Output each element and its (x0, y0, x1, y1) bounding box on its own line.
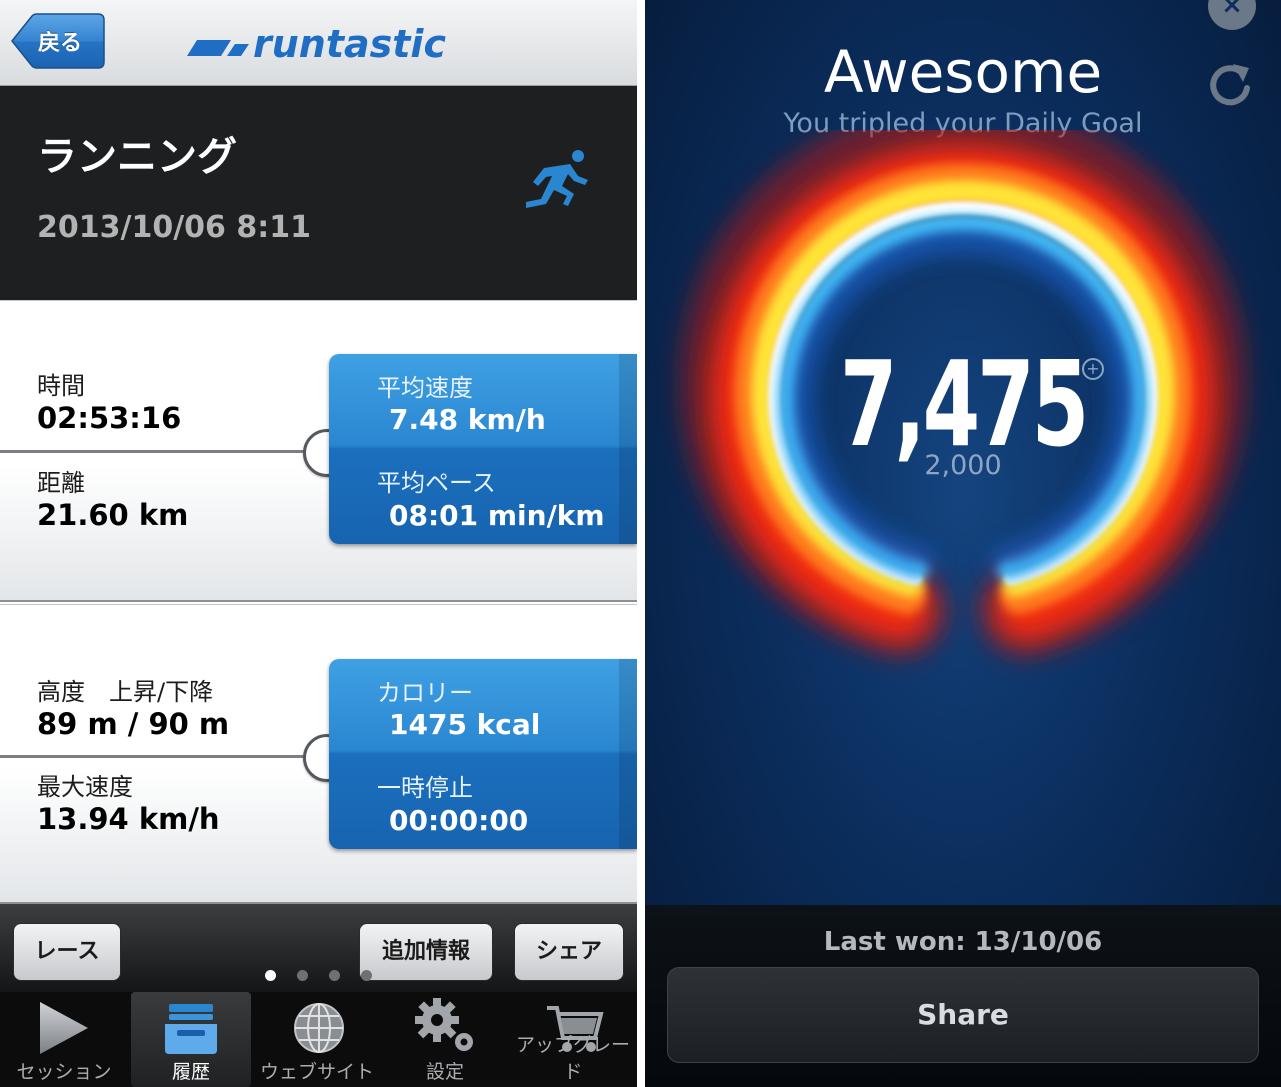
divider (0, 450, 315, 453)
gear-icon (415, 998, 473, 1051)
distance-value: 21.60 km (37, 498, 189, 532)
activity-datetime: 2013/10/06 8:11 (37, 210, 311, 245)
globe-icon (294, 1003, 344, 1053)
calories-label: カロリー (377, 679, 473, 707)
page-dot-3[interactable] (329, 970, 340, 981)
play-icon (40, 1002, 88, 1054)
activity-title: ランニング (37, 134, 237, 180)
calorie-pause-box: カロリー 1475 kcal 一時停止 00:00:00 (329, 659, 637, 849)
tab-upgrade[interactable]: アップグレード (509, 992, 637, 1087)
page-dot-1[interactable] (265, 970, 276, 981)
duration-label: 時間 (37, 372, 85, 400)
more-info-button[interactable]: 追加情報 (359, 923, 493, 981)
box-edge (619, 354, 637, 544)
stats-card-2: 高度 上昇/下降 89 m / 90 m 最大速度 13.94 km/h カロリ… (0, 604, 637, 904)
tab-website[interactable]: ウェブサイト (255, 992, 379, 1087)
tab-website-label: ウェブサイト (259, 1061, 374, 1083)
avg-pace-label: 平均ペース (377, 469, 496, 497)
stats-card-1: 時間 02:53:16 距離 21.60 km 平均速度 7.48 km/h 平… (0, 300, 637, 602)
daily-goal: 2,000 (924, 450, 1002, 481)
elevation-value: 89 m / 90 m (37, 707, 230, 741)
back-button-label: 戻る (38, 31, 83, 56)
page-dot-4[interactable] (361, 970, 372, 981)
share-button[interactable]: シェア (514, 923, 624, 981)
page-dot-2[interactable] (297, 970, 308, 981)
tab-settings-label: 設定 (425, 1061, 464, 1083)
runtastic-screen: 戻る runtastic ランニング 2013/10/06 8:11 時間 02… (0, 0, 637, 1087)
box-edge (619, 659, 637, 849)
activity-header: ランニング 2013/10/06 8:11 (0, 86, 637, 300)
calories-value: 1475 kcal (389, 708, 541, 741)
award-title: Awesome (823, 38, 1103, 106)
max-speed-value: 13.94 km/h (37, 802, 220, 836)
pause-label: 一時停止 (377, 774, 473, 802)
avg-speed-label: 平均速度 (377, 374, 473, 402)
bottom-panel: Last won: 13/10/06 Share (645, 905, 1281, 1087)
avg-speed-value: 7.48 km/h (389, 403, 546, 436)
logo-text: runtastic (253, 22, 446, 66)
inbox-tray-icon (165, 1004, 217, 1054)
distance-label: 距離 (37, 469, 85, 497)
pane-separator (637, 0, 645, 1087)
duration-value: 02:53:16 (37, 401, 182, 435)
navigation-bar: 戻る runtastic (0, 0, 637, 86)
back-button[interactable]: 戻る (10, 13, 105, 69)
tab-history[interactable]: 履歴 (131, 992, 251, 1087)
last-won-text: Last won: 13/10/06 (823, 927, 1103, 957)
tab-session[interactable]: セッション (0, 992, 128, 1087)
avg-pace-value: 08:01 min/km (389, 499, 605, 532)
tab-history-label: 履歴 (171, 1061, 210, 1083)
award-screen: × Awesome You tripled your Daily Goal 7,… (645, 0, 1281, 1087)
running-icon (526, 150, 588, 208)
pause-value: 00:00:00 (389, 804, 529, 837)
tab-upgrade-label: アップグレード (515, 1034, 630, 1083)
tab-settings[interactable]: 設定 (383, 992, 507, 1087)
elevation-label: 高度 上昇/下降 (37, 678, 214, 706)
close-icon[interactable]: × (1208, 0, 1256, 30)
max-speed-label: 最大速度 (37, 773, 133, 801)
tab-session-label: セッション (16, 1061, 112, 1083)
plus-icon[interactable]: + (1082, 358, 1104, 380)
tab-bar: セッション 履歴 ウェブサイト 設定 アップグレード (0, 992, 637, 1087)
logo-mark-icon (187, 40, 249, 56)
runtastic-logo: runtastic (175, 22, 446, 66)
share-button[interactable]: Share (667, 967, 1259, 1063)
action-bar: レース 追加情報 シェア (0, 904, 637, 992)
race-button[interactable]: レース (13, 923, 121, 981)
divider (0, 755, 315, 758)
speed-pace-box: 平均速度 7.48 km/h 平均ペース 08:01 min/km (329, 354, 637, 544)
